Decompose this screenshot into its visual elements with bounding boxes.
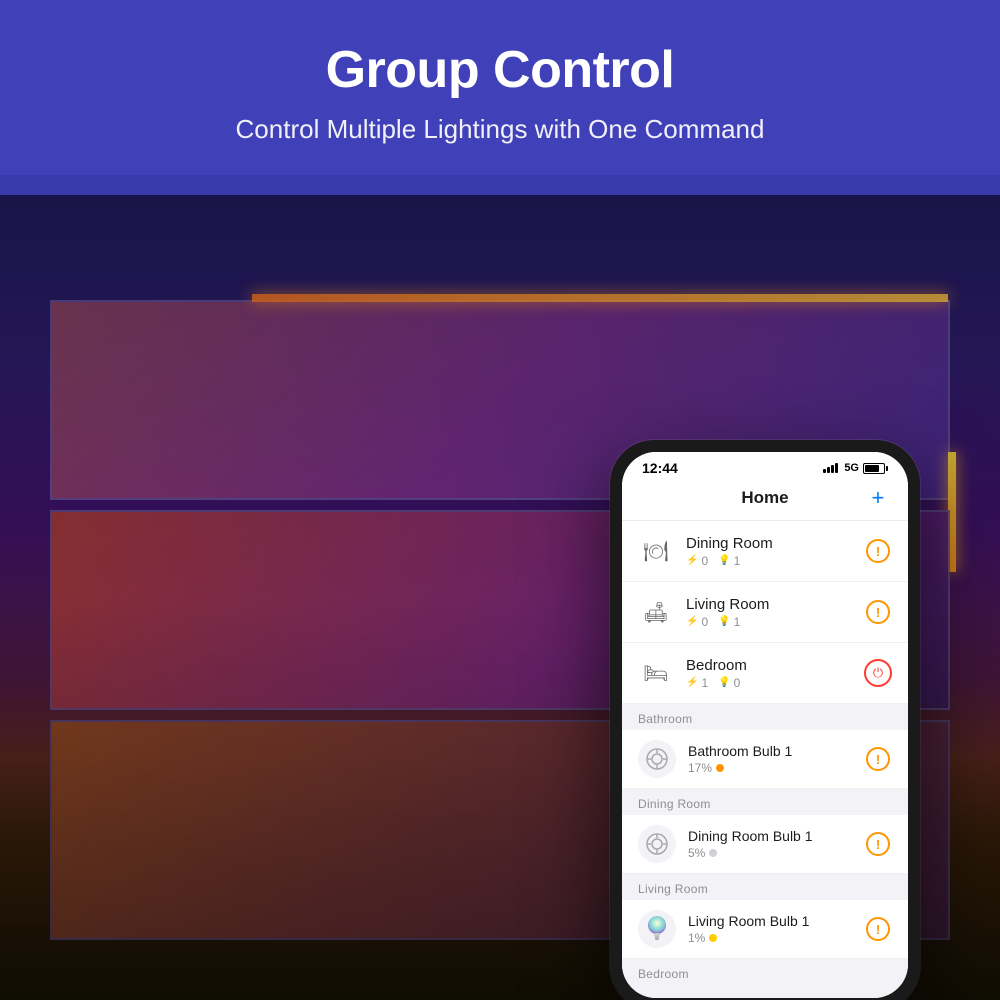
dining-bulb-action[interactable]: ! [864, 830, 892, 858]
living-bulb-info: Living Room Bulb 1 1% [688, 913, 852, 945]
device-item-dining-bulb[interactable]: Dining Room Bulb 1 5% ! [622, 815, 908, 874]
app-header: Home + [622, 480, 908, 521]
page-wrapper: Group Control Control Multiple Lightings… [0, 0, 1000, 1000]
status-time: 12:44 [642, 460, 678, 476]
room-card-bedroom[interactable]: 🛏 Bedroom ⚡ 1 💡 0 [622, 643, 908, 704]
living-room-devices: ⚡ 0 💡 1 [686, 615, 852, 629]
dining-room-icon: 🍽 [638, 533, 674, 569]
dining-bulb-status: 5% [688, 846, 852, 860]
living-room-icon: 🛋 [638, 594, 674, 630]
alert-icon: ! [866, 832, 890, 856]
add-button[interactable]: + [866, 486, 890, 510]
bulb-dot-icon: 💡 [718, 616, 730, 627]
phone-outer: 12:44 5G [610, 440, 920, 1000]
device-item-living-bulb[interactable]: Living Room Bulb 1 1% ! [622, 900, 908, 959]
dining-plug-count: ⚡ 0 [686, 554, 708, 568]
dining-room-info: Dining Room ⚡ 0 💡 1 [686, 535, 852, 568]
alert-icon: ! [866, 539, 890, 563]
dining-room-devices: ⚡ 0 💡 1 [686, 554, 852, 568]
bedroom-devices: ⚡ 1 💡 0 [686, 676, 852, 690]
living-bulb-pct: 1% [688, 931, 705, 945]
page-title: Group Control [20, 40, 980, 100]
section-header-bedroom-devices: Bedroom [622, 959, 908, 985]
dining-bulb-count: 💡 1 [718, 554, 740, 568]
status-bar: 12:44 5G [622, 452, 908, 480]
living-plug-count: ⚡ 0 [686, 615, 708, 629]
phone-content[interactable]: 🍽 Dining Room ⚡ 0 💡 1 [622, 521, 908, 998]
living-room-info: Living Room ⚡ 0 💡 1 [686, 596, 852, 629]
bathroom-bulb-name: Bathroom Bulb 1 [688, 743, 852, 759]
bathroom-bulb-icon [638, 740, 676, 778]
plug-dot-icon: ⚡ [686, 616, 698, 627]
bedroom-info: Bedroom ⚡ 1 💡 0 [686, 657, 852, 690]
dining-action[interactable]: ! [864, 537, 892, 565]
bulb-dot-icon: 💡 [718, 677, 730, 688]
header-section: Group Control Control Multiple Lightings… [0, 0, 1000, 175]
dining-bulb-info: Dining Room Bulb 1 5% [688, 828, 852, 860]
page-subtitle: Control Multiple Lightings with One Comm… [20, 114, 980, 145]
status-dot-gray-icon [709, 849, 717, 857]
living-bulb-action[interactable]: ! [864, 915, 892, 943]
bedroom-action[interactable]: ⏻ [864, 659, 892, 687]
section-header-dining: Dining Room [622, 789, 908, 815]
phone-screen: 12:44 5G [622, 452, 908, 998]
room-card-living[interactable]: 🛋 Living Room ⚡ 0 💡 1 [622, 582, 908, 643]
living-bulb-icon [638, 910, 676, 948]
signal-bars-icon [823, 463, 838, 473]
app-title: Home [741, 488, 788, 508]
power-icon: ⏻ [864, 659, 892, 687]
alert-icon: ! [866, 917, 890, 941]
network-type-label: 5G [844, 462, 859, 474]
dining-room-name: Dining Room [686, 535, 852, 552]
alert-icon: ! [866, 747, 890, 771]
living-room-name: Living Room [686, 596, 852, 613]
accent-strip-top [252, 294, 948, 302]
room-card-dining[interactable]: 🍽 Dining Room ⚡ 0 💡 1 [622, 521, 908, 582]
bedroom-name: Bedroom [686, 657, 852, 674]
bathroom-bulb-pct: 17% [688, 761, 712, 775]
dining-bulb-name: Dining Room Bulb 1 [688, 828, 852, 844]
section-header-living: Living Room [622, 874, 908, 900]
bedroom-plug-count: ⚡ 1 [686, 676, 708, 690]
dining-bulb-icon [638, 825, 676, 863]
status-dot-yellow-icon [709, 934, 717, 942]
living-bulb-name: Living Room Bulb 1 [688, 913, 852, 929]
alert-icon: ! [866, 600, 890, 624]
section-header-bathroom: Bathroom [622, 704, 908, 730]
battery-icon [863, 463, 888, 474]
status-dot-orange-icon [716, 764, 724, 772]
phone-container: 12:44 5G [610, 440, 920, 1000]
plug-dot-icon: ⚡ [686, 677, 698, 688]
status-icons: 5G [823, 462, 888, 474]
bulb-dot-icon: 💡 [718, 555, 730, 566]
rooms-group: 🍽 Dining Room ⚡ 0 💡 1 [622, 521, 908, 704]
bathroom-bulb-status: 17% [688, 761, 852, 775]
living-bulb-status: 1% [688, 931, 852, 945]
dining-bulb-pct: 5% [688, 846, 705, 860]
living-bulb-count: 💡 1 [718, 615, 740, 629]
device-item-bathroom-bulb[interactable]: Bathroom Bulb 1 17% ! [622, 730, 908, 789]
bedroom-bulb-count: 💡 0 [718, 676, 740, 690]
bathroom-bulb-info: Bathroom Bulb 1 17% [688, 743, 852, 775]
living-action[interactable]: ! [864, 598, 892, 626]
bedroom-icon: 🛏 [638, 655, 674, 691]
plug-dot-icon: ⚡ [686, 555, 698, 566]
bathroom-bulb-action[interactable]: ! [864, 745, 892, 773]
